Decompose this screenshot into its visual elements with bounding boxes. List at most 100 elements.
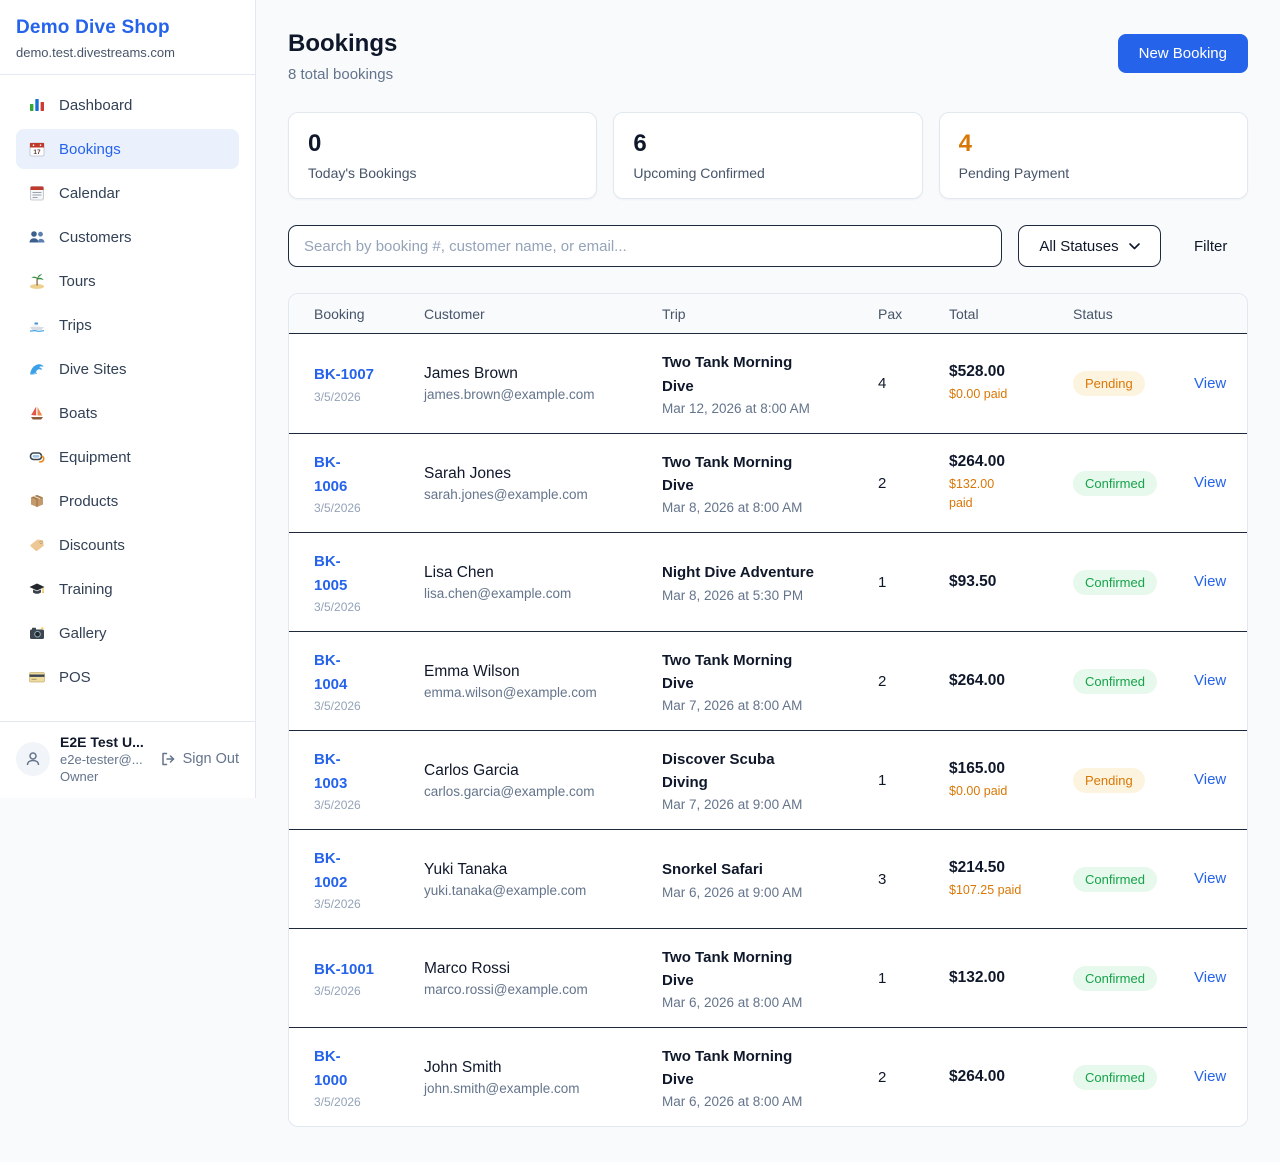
column-header-total: Total: [949, 306, 1073, 322]
booking-date: 3/5/2026: [314, 897, 424, 911]
sidebar-item-pos[interactable]: POS: [16, 657, 239, 697]
pax-count: 4: [878, 375, 949, 392]
sidebar-item-calendar[interactable]: Calendar: [16, 173, 239, 213]
brand-domain: demo.test.divestreams.com: [16, 45, 239, 60]
status-badge: Pending: [1073, 768, 1145, 793]
view-link[interactable]: View: [1194, 969, 1226, 986]
total-amount: $264.00: [949, 1068, 1073, 1086]
sign-out-label: Sign Out: [183, 751, 239, 767]
view-link[interactable]: View: [1194, 375, 1226, 392]
stat-card-todays-bookings: 0 Today's Bookings: [288, 112, 597, 199]
booking-id-link[interactable]: BK- 1006: [314, 451, 347, 498]
trip-datetime: Mar 8, 2026 at 8:00 AM: [662, 500, 878, 515]
status-badge: Confirmed: [1073, 570, 1157, 595]
sidebar-item-dashboard[interactable]: Dashboard: [16, 85, 239, 125]
stat-card-pending-payment: 4 Pending Payment: [939, 112, 1248, 199]
column-header-customer: Customer: [424, 306, 662, 322]
booking-id-link[interactable]: BK- 1004: [314, 649, 347, 696]
sidebar-item-trips[interactable]: Trips: [16, 305, 239, 345]
search-input[interactable]: [288, 225, 1002, 267]
equipment-icon: [28, 448, 46, 466]
booking-date: 3/5/2026: [314, 984, 424, 998]
new-booking-button[interactable]: New Booking: [1118, 34, 1248, 73]
booking-id-link[interactable]: BK- 1003: [314, 748, 347, 795]
stat-card-upcoming-confirmed: 6 Upcoming Confirmed: [613, 112, 922, 199]
total-amount: $214.50: [949, 859, 1073, 877]
total-amount: $132.00: [949, 969, 1073, 987]
sidebar-item-customers[interactable]: Customers: [16, 217, 239, 257]
pax-count: 1: [878, 574, 949, 591]
total-amount: $165.00: [949, 760, 1073, 778]
page-header: Bookings 8 total bookings New Booking: [288, 30, 1248, 83]
stat-value: 4: [959, 130, 1228, 158]
customer-email: james.brown@example.com: [424, 387, 662, 402]
total-amount: $264.00: [949, 453, 1073, 471]
sidebar-item-dive-sites[interactable]: Dive Sites: [16, 349, 239, 389]
booking-date: 3/5/2026: [314, 798, 424, 812]
booking-date: 3/5/2026: [314, 501, 424, 515]
booking-id-link[interactable]: BK-1001: [314, 958, 374, 981]
view-link[interactable]: View: [1194, 870, 1226, 887]
user-role: Owner: [60, 769, 144, 784]
table-row: BK- 1004 3/5/2026 Emma Wilson emma.wilso…: [289, 631, 1247, 730]
discounts-icon: [28, 536, 46, 554]
pax-count: 3: [878, 871, 949, 888]
paid-amount: $0.00 paid: [949, 385, 1073, 404]
sidebar-item-equipment[interactable]: Equipment: [16, 437, 239, 477]
user-name: E2E Test U...: [60, 734, 144, 750]
trips-icon: [28, 316, 46, 334]
status-filter-select[interactable]: All Statuses: [1018, 225, 1161, 267]
booking-id-link[interactable]: BK- 1002: [314, 847, 347, 894]
sidebar-item-training[interactable]: Training: [16, 569, 239, 609]
sidebar-item-discounts[interactable]: Discounts: [16, 525, 239, 565]
sidebar-item-gallery[interactable]: Gallery: [16, 613, 239, 653]
customers-icon: [28, 228, 46, 246]
chevron-down-icon: [1129, 243, 1140, 250]
brand-name: Demo Dive Shop: [16, 17, 239, 39]
view-link[interactable]: View: [1194, 573, 1226, 590]
status-badge: Confirmed: [1073, 1065, 1157, 1090]
sidebar-item-products[interactable]: Products: [16, 481, 239, 521]
pax-count: 2: [878, 673, 949, 690]
customer-email: carlos.garcia@example.com: [424, 784, 662, 799]
trip-datetime: Mar 8, 2026 at 5:30 PM: [662, 588, 878, 603]
booking-id-link[interactable]: BK- 1000: [314, 1045, 347, 1092]
total-amount: $528.00: [949, 363, 1073, 381]
status-badge: Pending: [1073, 371, 1145, 396]
calendar-icon: [28, 184, 46, 202]
customer-email: yuki.tanaka@example.com: [424, 883, 662, 898]
training-icon: [28, 580, 46, 598]
trip-datetime: Mar 6, 2026 at 9:00 AM: [662, 885, 878, 900]
avatar: [16, 742, 50, 776]
view-link[interactable]: View: [1194, 474, 1226, 491]
status-badge: Confirmed: [1073, 669, 1157, 694]
user-icon: [24, 750, 42, 768]
view-link[interactable]: View: [1194, 1068, 1226, 1085]
filter-button[interactable]: Filter: [1194, 238, 1227, 255]
pax-count: 2: [878, 1069, 949, 1086]
sidebar-item-tours[interactable]: Tours: [16, 261, 239, 301]
view-link[interactable]: View: [1194, 771, 1226, 788]
table-row: BK- 1006 3/5/2026 Sarah Jones sarah.jone…: [289, 433, 1247, 532]
paid-amount: $132.00 paid: [949, 475, 1073, 513]
sign-out-button[interactable]: Sign Out: [160, 751, 239, 767]
view-link[interactable]: View: [1194, 672, 1226, 689]
status-filter-value: All Statuses: [1039, 238, 1118, 255]
trip-name: Discover Scuba Diving: [662, 748, 878, 795]
table-row: BK- 1005 3/5/2026 Lisa Chen lisa.chen@ex…: [289, 532, 1247, 631]
sidebar-item-boats[interactable]: Boats: [16, 393, 239, 433]
page-subtitle: 8 total bookings: [288, 66, 397, 83]
booking-id-link[interactable]: BK- 1005: [314, 550, 347, 597]
booking-id-link[interactable]: BK-1007: [314, 363, 374, 386]
stats-row: 0 Today's Bookings 6 Upcoming Confirmed …: [288, 112, 1248, 199]
column-header-booking: Booking: [314, 306, 424, 322]
dive-sites-icon: [28, 360, 46, 378]
pos-icon: [28, 668, 46, 686]
pax-count: 1: [878, 970, 949, 987]
trip-name: Snorkel Safari: [662, 858, 878, 881]
paid-amount: $107.25 paid: [949, 881, 1073, 900]
tours-icon: [28, 272, 46, 290]
booking-date: 3/5/2026: [314, 390, 424, 404]
sidebar-item-bookings[interactable]: 17 Bookings: [16, 129, 239, 169]
booking-date: 3/5/2026: [314, 1095, 424, 1109]
